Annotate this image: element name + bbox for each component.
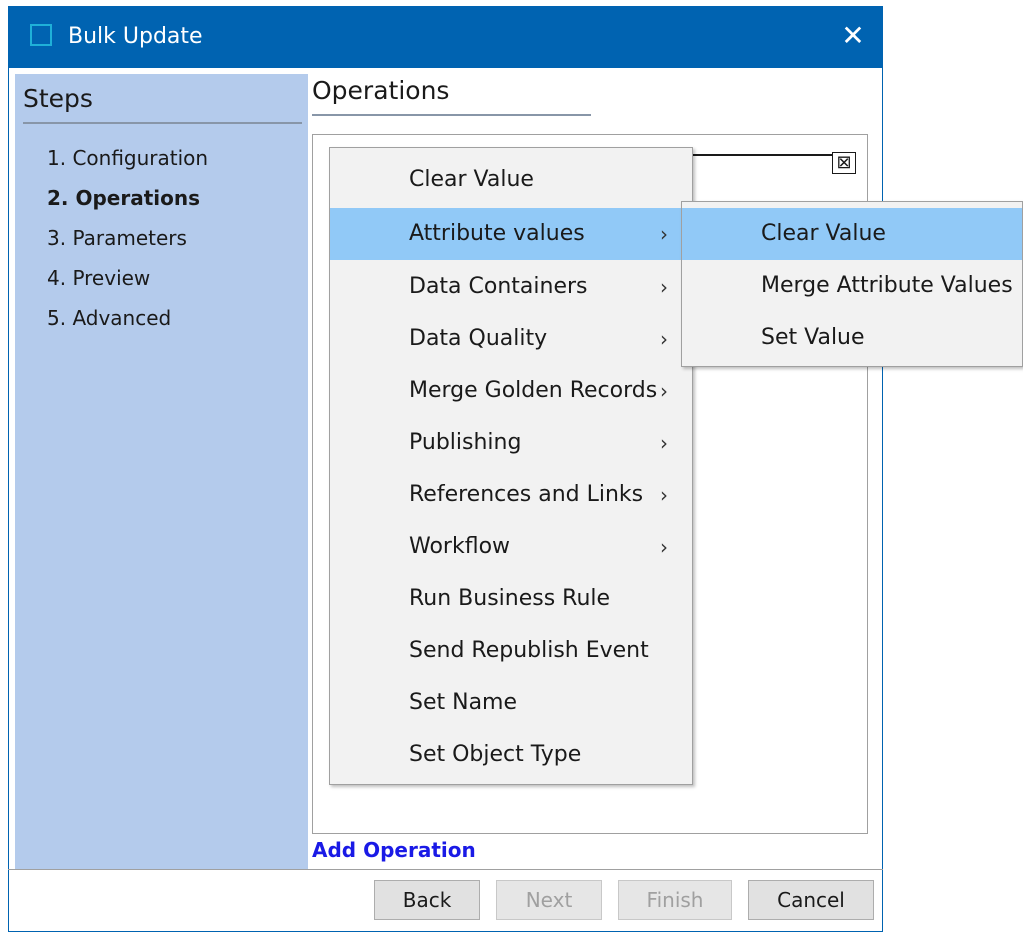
chevron-right-icon: › <box>660 275 668 299</box>
menu-item-run-business-rule[interactable]: Run Business Rule <box>330 573 692 625</box>
submenu-item-label: Clear Value <box>761 221 886 246</box>
menu-item-label: Publishing <box>409 430 522 455</box>
step-preview: 4. Preview <box>47 266 151 290</box>
add-operation-link[interactable]: Add Operation <box>312 838 476 862</box>
menu-item-label: Clear Value <box>409 167 534 192</box>
menu-item-label: Workflow <box>409 534 511 559</box>
menu-item-label: Set Name <box>409 690 518 715</box>
menu-item-data-quality[interactable]: Data Quality › <box>330 313 692 365</box>
finish-button[interactable]: Finish <box>618 880 732 920</box>
menu-item-set-name[interactable]: Set Name <box>330 677 692 729</box>
step-parameters: 3. Parameters <box>47 226 187 250</box>
next-button[interactable]: Next <box>496 880 602 920</box>
app-window-icon <box>30 24 52 46</box>
step-operations: 2. Operations <box>47 186 201 210</box>
operations-divider <box>312 114 591 116</box>
menu-item-clear-value[interactable]: Clear Value <box>330 154 692 206</box>
submenu-item-clear-value[interactable]: Clear Value <box>682 208 1022 260</box>
back-button[interactable]: Back <box>374 880 480 920</box>
chevron-right-icon: › <box>660 535 668 559</box>
cancel-button[interactable]: Cancel <box>748 880 874 920</box>
menu-item-label: Run Business Rule <box>409 586 611 611</box>
close-button[interactable]: ✕ <box>838 21 868 51</box>
operations-heading: Operations <box>312 76 450 105</box>
steps-heading: Steps <box>23 84 93 113</box>
chevron-right-icon: › <box>660 431 668 455</box>
menu-item-label: Set Object Type <box>409 742 582 767</box>
menu-item-label: References and Links <box>409 482 644 507</box>
menu-item-set-object-type[interactable]: Set Object Type <box>330 729 692 781</box>
menu-item-send-republish-event[interactable]: Send Republish Event <box>330 625 692 677</box>
window-title: Bulk Update <box>68 24 203 49</box>
submenu-item-merge-attribute-values[interactable]: Merge Attribute Values <box>682 260 1022 312</box>
step-advanced: 5. Advanced <box>47 306 172 330</box>
chevron-right-icon: › <box>660 483 668 507</box>
submenu-item-set-value[interactable]: Set Value <box>682 312 1022 364</box>
footer-divider <box>8 869 883 870</box>
step-configuration: 1. Configuration <box>47 146 209 170</box>
chevron-right-icon: › <box>660 327 668 351</box>
menu-item-publishing[interactable]: Publishing › <box>330 417 692 469</box>
menu-item-label: Send Republish Event <box>409 638 649 663</box>
operations-context-menu: Clear Value Attribute values › Data Cont… <box>329 147 693 785</box>
menu-item-attribute-values[interactable]: Attribute values › <box>330 208 692 260</box>
title-bar: Bulk Update ✕ <box>9 7 882 68</box>
menu-item-references-and-links[interactable]: References and Links › <box>330 469 692 521</box>
steps-divider <box>23 122 302 124</box>
chevron-right-icon: › <box>660 222 668 246</box>
menu-item-label: Merge Golden Records <box>409 378 658 403</box>
attribute-values-submenu: Clear Value Merge Attribute Values Set V… <box>681 201 1023 367</box>
close-box-icon[interactable]: ⊠ <box>832 152 856 174</box>
menu-item-workflow[interactable]: Workflow › <box>330 521 692 573</box>
submenu-item-label: Set Value <box>761 325 865 350</box>
steps-panel: Steps 1. Configuration 2. Operations 3. … <box>15 74 308 870</box>
menu-item-label: Attribute values <box>409 221 585 246</box>
submenu-item-label: Merge Attribute Values <box>761 273 1013 298</box>
chevron-right-icon: › <box>660 379 668 403</box>
menu-item-label: Data Quality <box>409 326 548 351</box>
menu-item-merge-golden-records[interactable]: Merge Golden Records › <box>330 365 692 417</box>
menu-item-data-containers[interactable]: Data Containers › <box>330 261 692 313</box>
menu-item-label: Data Containers <box>409 274 588 299</box>
